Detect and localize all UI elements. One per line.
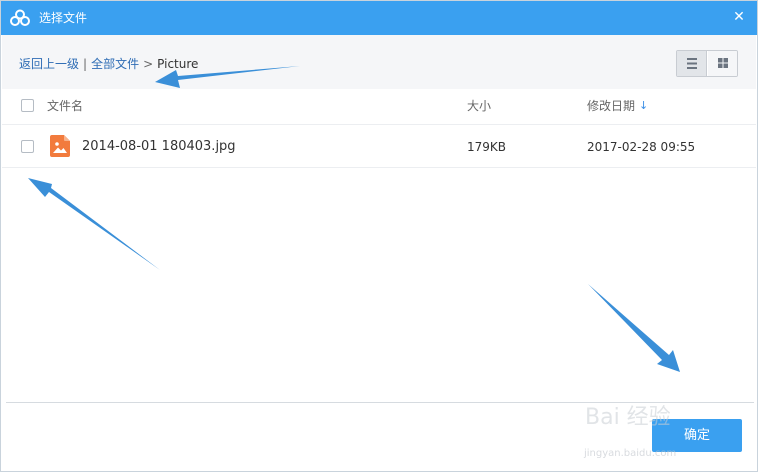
select-file-dialog: 选择文件 ✕ 返回上一级 | 全部文件 > Picture 文件名 大小 修改日… — [0, 0, 758, 472]
grid-view-button[interactable] — [708, 51, 737, 76]
back-link[interactable]: 返回上一级 — [19, 57, 79, 71]
table-row[interactable]: 2014-08-01 180403.jpg 179KB 2017-02-28 0… — [2, 126, 756, 168]
list-icon — [687, 58, 697, 69]
sort-desc-icon: ↓ — [639, 99, 649, 112]
close-icon: ✕ — [733, 9, 745, 25]
select-all-checkbox[interactable] — [21, 99, 34, 112]
breadcrumb-arrow: > — [143, 57, 154, 71]
file-name: 2014-08-01 180403.jpg — [82, 139, 236, 154]
file-size: 179KB — [467, 140, 507, 154]
view-toggle — [676, 50, 738, 77]
file-modified-date: 2017-02-28 09:55 — [587, 140, 696, 154]
all-files-link[interactable]: 全部文件 — [91, 57, 139, 71]
title-bar: 选择文件 ✕ — [1, 1, 757, 35]
baidu-cloud-logo-icon — [10, 9, 30, 26]
column-header-name[interactable]: 文件名 — [47, 98, 83, 114]
grid-icon — [718, 58, 728, 68]
dialog-title: 选择文件 — [39, 11, 88, 25]
close-button[interactable]: ✕ — [729, 7, 749, 27]
breadcrumb-divider: | — [83, 57, 88, 71]
toolbar: 返回上一级 | 全部文件 > Picture — [2, 35, 756, 89]
column-header-size[interactable]: 大小 — [467, 98, 491, 114]
list-view-button[interactable] — [677, 51, 707, 76]
image-file-icon — [50, 135, 70, 157]
confirm-button[interactable]: 确定 — [652, 419, 742, 452]
breadcrumb: 返回上一级 | 全部文件 > Picture — [19, 56, 198, 72]
current-folder: Picture — [157, 57, 199, 71]
row-checkbox[interactable] — [21, 140, 34, 153]
column-header-date[interactable]: 修改日期 — [587, 98, 635, 114]
footer-divider — [6, 402, 754, 403]
table-header: 文件名 大小 修改日期 ↓ — [2, 89, 756, 125]
